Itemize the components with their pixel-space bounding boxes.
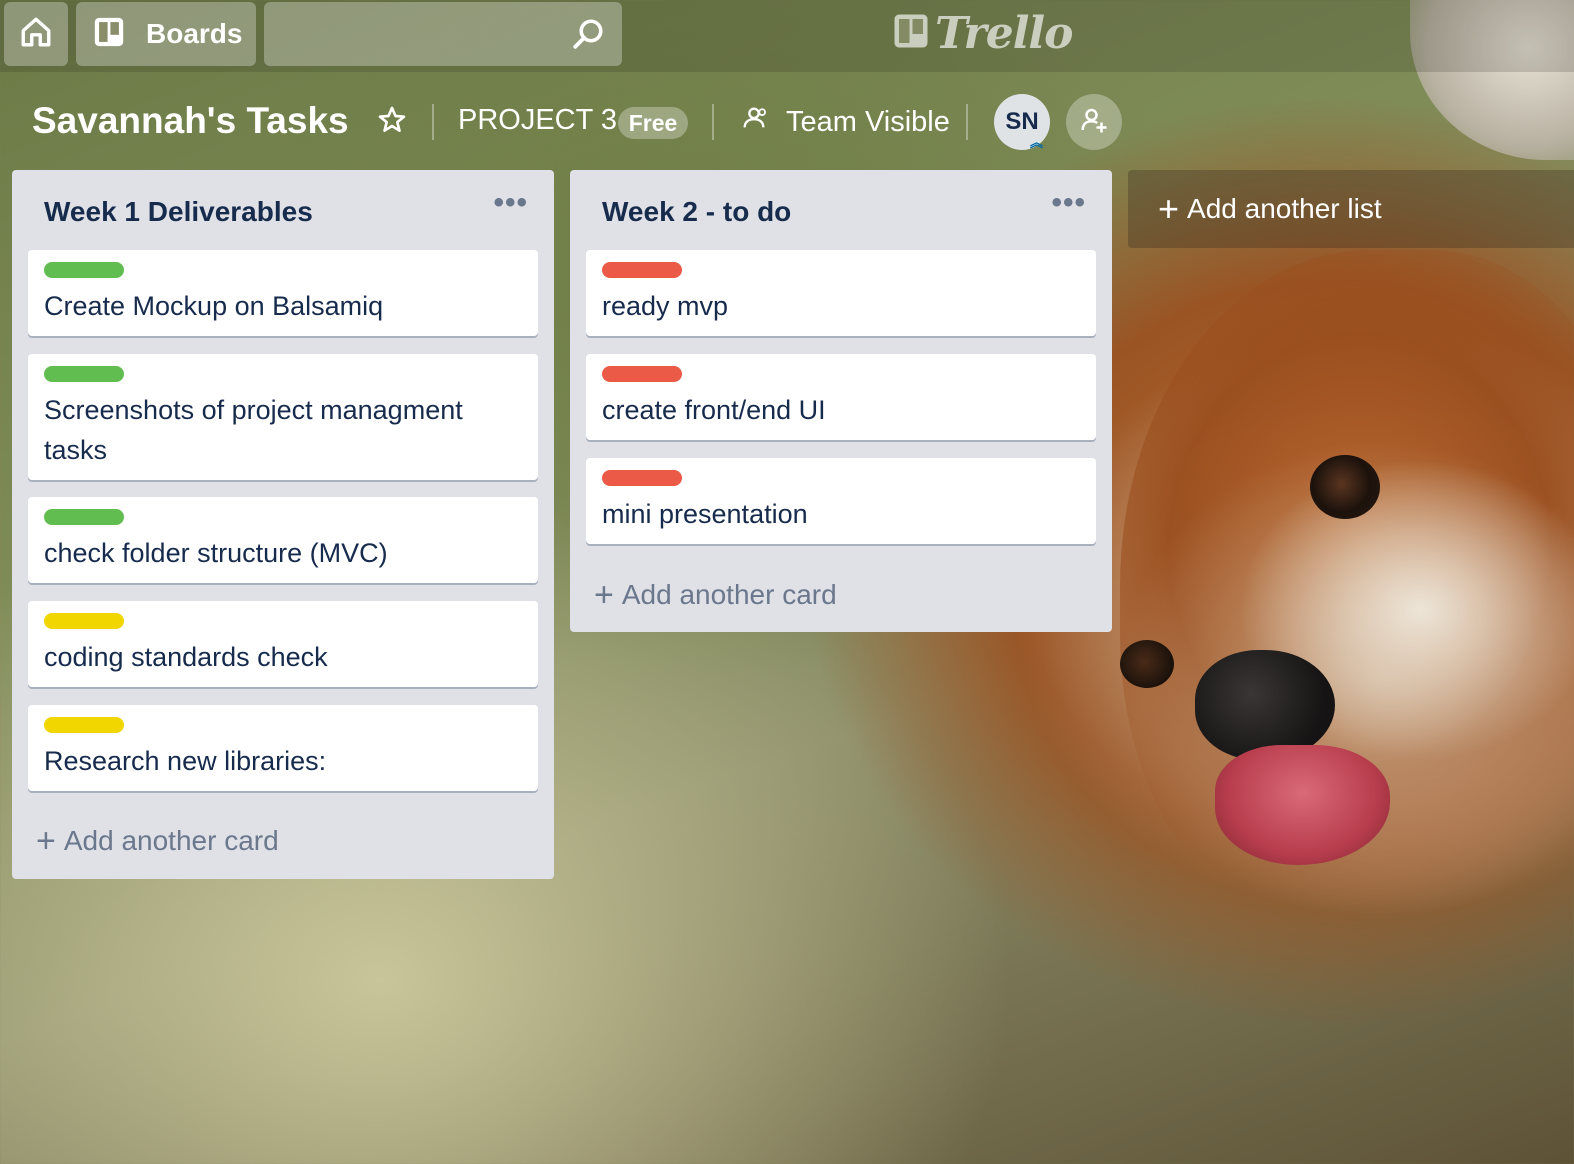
top-nav-bar: Boards Trello bbox=[0, 0, 1574, 72]
list-title[interactable]: Week 2 - to do bbox=[602, 196, 791, 228]
background-panda-nose bbox=[1195, 650, 1335, 760]
card[interactable]: create front/end UI bbox=[586, 354, 1096, 440]
add-list-label: Add another list bbox=[1187, 193, 1382, 224]
add-member-icon bbox=[1079, 105, 1109, 140]
card-title: check folder structure (MVC) bbox=[44, 538, 388, 568]
card-label-red bbox=[602, 470, 682, 486]
card[interactable]: ready mvp bbox=[586, 250, 1096, 336]
card[interactable]: check folder structure (MVC) bbox=[28, 497, 538, 583]
card-title: ready mvp bbox=[602, 291, 729, 321]
card-title: coding standards check bbox=[44, 642, 328, 672]
plan-badge: Free bbox=[618, 107, 688, 139]
card-label-green bbox=[44, 509, 124, 525]
search-bar[interactable] bbox=[264, 2, 622, 66]
board-title[interactable]: Savannah's Tasks bbox=[32, 100, 349, 142]
header-divider bbox=[966, 104, 968, 140]
background-panda-eye-left bbox=[1120, 640, 1174, 688]
trello-logo[interactable]: Trello bbox=[893, 8, 1073, 59]
add-card-button[interactable]: + Add another card bbox=[36, 824, 279, 858]
header-divider bbox=[432, 104, 434, 140]
admin-chevron-icon: ︽ bbox=[1030, 135, 1044, 150]
card-title: Create Mockup on Balsamiq bbox=[44, 291, 384, 321]
card-label-green bbox=[44, 366, 124, 382]
list-header: Week 1 Deliverables ••• bbox=[12, 170, 554, 250]
add-card-label: Add another card bbox=[63, 825, 279, 856]
card[interactable]: coding standards check bbox=[28, 601, 538, 687]
star-icon bbox=[376, 106, 408, 140]
card-label-yellow bbox=[44, 717, 124, 733]
boards-icon bbox=[92, 15, 126, 54]
visibility-label: Team Visible bbox=[786, 105, 950, 138]
search-input[interactable] bbox=[264, 2, 580, 64]
card-label-yellow bbox=[44, 613, 124, 629]
team-name-button[interactable]: PROJECT 3 bbox=[458, 104, 617, 137]
list-header: Week 2 - to do ••• bbox=[570, 170, 1112, 250]
boards-label: Boards bbox=[146, 18, 243, 49]
list-week-1: Week 1 Deliverables ••• Create Mockup on… bbox=[12, 170, 554, 879]
plus-icon: + bbox=[594, 576, 614, 614]
add-list-button[interactable]: + Add another list bbox=[1128, 170, 1574, 248]
card[interactable]: mini presentation bbox=[586, 458, 1096, 544]
plus-icon: + bbox=[36, 822, 56, 860]
card-title: create front/end UI bbox=[602, 395, 826, 425]
list-menu-icon[interactable]: ••• bbox=[1051, 186, 1086, 220]
trello-logo-text: Trello bbox=[935, 8, 1073, 59]
home-icon bbox=[19, 15, 53, 54]
header-divider bbox=[712, 104, 714, 140]
list-week-2: Week 2 - to do ••• ready mvp create fron… bbox=[570, 170, 1112, 632]
star-board-button[interactable] bbox=[376, 104, 408, 141]
team-icon bbox=[740, 104, 768, 140]
list-title[interactable]: Week 1 Deliverables bbox=[44, 196, 313, 228]
card-title: mini presentation bbox=[602, 499, 808, 529]
trello-logo-icon bbox=[893, 13, 929, 54]
member-avatar[interactable]: SN ︽ bbox=[994, 94, 1050, 150]
background-panda-eye bbox=[1310, 455, 1380, 519]
card-label-red bbox=[602, 366, 682, 382]
home-button[interactable] bbox=[4, 2, 68, 66]
card-title: Screenshots of project managment tasks bbox=[44, 395, 463, 465]
card[interactable]: Screenshots of project managment tasks bbox=[28, 354, 538, 480]
search-icon[interactable] bbox=[570, 16, 606, 57]
boards-button[interactable]: Boards bbox=[76, 2, 256, 66]
visibility-button[interactable]: Team Visible bbox=[740, 104, 950, 140]
card-label-red bbox=[602, 262, 682, 278]
card-title: Research new libraries: bbox=[44, 746, 327, 776]
card[interactable]: Create Mockup on Balsamiq bbox=[28, 250, 538, 336]
add-card-label: Add another card bbox=[621, 579, 837, 610]
card-label-green bbox=[44, 262, 124, 278]
plus-icon: + bbox=[1158, 188, 1180, 229]
invite-member-button[interactable] bbox=[1066, 94, 1122, 150]
add-card-button[interactable]: + Add another card bbox=[594, 578, 837, 612]
list-menu-icon[interactable]: ••• bbox=[493, 186, 528, 220]
card[interactable]: Research new libraries: bbox=[28, 705, 538, 791]
